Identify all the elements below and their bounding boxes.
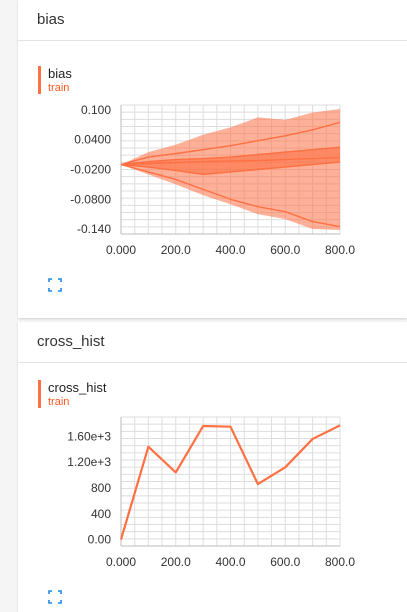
y-tick-label: 1.20e+3 [67,455,111,469]
expand-icon[interactable] [48,278,62,292]
series-color-swatch [38,66,41,94]
x-tick-label: 200.0 [161,243,191,257]
bias-card-header[interactable]: bias [18,0,407,41]
bias-chart[interactable]: 0.100 0.0400 -0.0200 -0.0800 -0.140 0.000 200.… [18,100,407,275]
x-tick-label: 800.0 [325,555,355,569]
y-tick-label: 800 [91,481,111,495]
cross-hist-card: cross_hist cross_hist train 1.60e+3 1.20e… [18,322,407,612]
run-name: train [48,82,70,94]
cross-hist-chart[interactable]: 1.60e+3 1.20e+3 800 400 0.00 0.000 200.0 400.0 6… [18,412,407,587]
y-tick-label: 0.0400 [74,133,111,147]
series-color-swatch [38,380,41,408]
y-tick-label: -0.0800 [70,192,111,206]
x-tick-label: 400.0 [215,555,245,569]
cross-hist-card-header[interactable]: cross_hist [18,322,407,363]
card-title: bias [37,11,65,28]
x-tick-label: 600.0 [270,555,300,569]
y-tick-label: 0.100 [81,103,111,117]
y-tick-label: -0.140 [77,222,111,236]
run-name: train [48,396,70,408]
series-name: bias [48,66,72,81]
expand-icon[interactable] [48,590,62,604]
x-tick-label: 0.000 [106,555,136,569]
y-tick-label: 400 [91,507,111,521]
x-tick-label: 0.000 [106,243,136,257]
y-tick-label: 1.60e+3 [67,429,111,443]
x-tick-label: 400.0 [215,243,245,257]
x-tick-label: 600.0 [270,243,300,257]
bias-card: bias bias train 0.100 0.0400 -0.0200 -0.080… [18,0,407,318]
card-title: cross_hist [37,333,105,350]
x-tick-label: 800.0 [325,243,355,257]
y-tick-label: -0.0200 [70,163,111,177]
y-tick-label: 0.00 [88,533,112,547]
x-tick-label: 200.0 [161,555,191,569]
series-name: cross_hist [48,380,107,395]
